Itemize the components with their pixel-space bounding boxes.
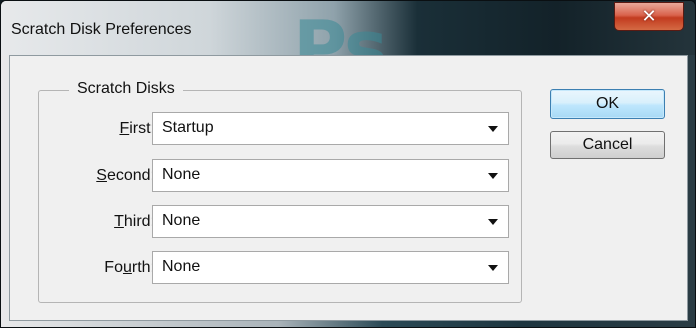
third-disk-select[interactable]: None bbox=[152, 205, 509, 238]
dialog-title: Scratch Disk Preferences bbox=[11, 21, 192, 38]
group-legend: Scratch Disks bbox=[69, 80, 183, 98]
scratch-disks-group: Scratch Disks First: Startup Second: Non… bbox=[38, 80, 522, 303]
close-icon: ✕ bbox=[641, 5, 657, 27]
chevron-down-icon bbox=[488, 126, 498, 132]
chevron-down-icon bbox=[488, 265, 498, 271]
fourth-disk-select[interactable]: None bbox=[152, 251, 509, 284]
dialog-client-area: Scratch Disks First: Startup Second: Non… bbox=[9, 55, 688, 321]
cancel-button[interactable]: Cancel bbox=[550, 131, 665, 159]
second-label: Second: bbox=[96, 167, 155, 184]
chevron-down-icon bbox=[488, 173, 498, 179]
dialog-window: Ps Scratch Disk Preferences ✕ Scratch Di… bbox=[0, 0, 696, 328]
second-disk-select[interactable]: None bbox=[152, 159, 509, 192]
first-disk-value: Startup bbox=[162, 119, 214, 136]
close-button[interactable]: ✕ bbox=[614, 2, 684, 31]
fourth-disk-value: None bbox=[162, 258, 201, 275]
third-label: Third: bbox=[114, 213, 155, 230]
title-bar[interactable]: Ps Scratch Disk Preferences ✕ bbox=[1, 1, 695, 85]
fourth-label: Fourth: bbox=[104, 259, 155, 276]
first-disk-select[interactable]: Startup bbox=[152, 112, 509, 145]
ok-button[interactable]: OK bbox=[550, 89, 665, 119]
chevron-down-icon bbox=[488, 219, 498, 225]
first-label: First: bbox=[119, 120, 155, 137]
second-disk-value: None bbox=[162, 166, 201, 183]
third-disk-value: None bbox=[162, 212, 201, 229]
